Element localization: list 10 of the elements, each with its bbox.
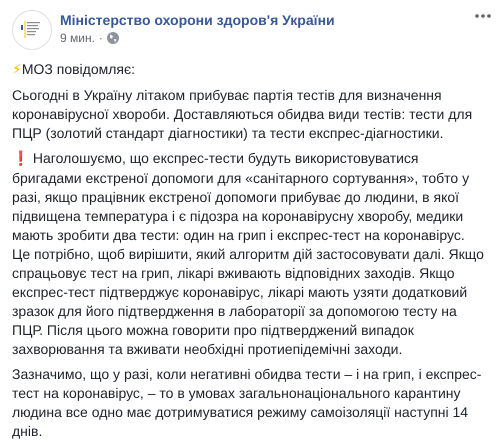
more-icon[interactable] (475, 14, 491, 18)
page-name[interactable]: Міністерство охорони здоров'я України (60, 11, 467, 29)
separator: · (98, 30, 103, 47)
post-paragraph: Сьогодні в Україну літаком прибуває партія тестів для визначення коронавірусної хвороби. Доставляються обидва види тестів: тести для ПЦР (золотий стандарт діагностики) та тести експрес-діагностики. (12, 86, 474, 143)
logo-drawing[interactable] (12, 10, 52, 50)
post-paragraph: ❗ Наголошуємо, що експрес-тести будуть використовуватися бригадами екстреної допомоги для «санітарного сортування», тобто у разі, якщо працівник екстреної допомоги прибуває до людини, в якої підвищена температура і є підозра на коронавірусну хворобу, медики мають зробити два тести: один на грип і експрес-тест на коронавірус. Це потрібно, щоб вирішити, який алгоритм дій застосовувати далі. Якщо спрацьовує тест на грип, лікарі вживають відповідних заходів. Якщо експрес-тест підтверджує коронавірус, лікарі мають узяти додатковий зразок для його підтвердження в лабораторії за допомогою тесту на ПЦР. Після цього можна говорити про підтверджений випадок захворювання та вживати необхідні протиепідемічні заходи. (12, 149, 484, 359)
post-paragraph: Зазначимо, що у разі, коли негативні обидва тести – і на грип, і експрес-тест на коронавірус, – то в умовах загальнонаціонального карантину людина все одно має дотримуватися режиму самоізоляції наступні 14 днів. (12, 365, 482, 441)
globe-icon (106, 32, 119, 44)
post-paragraph: ⚡МОЗ повідомляє: (12, 60, 136, 80)
post-time[interactable]: 9 мин. (60, 29, 95, 47)
